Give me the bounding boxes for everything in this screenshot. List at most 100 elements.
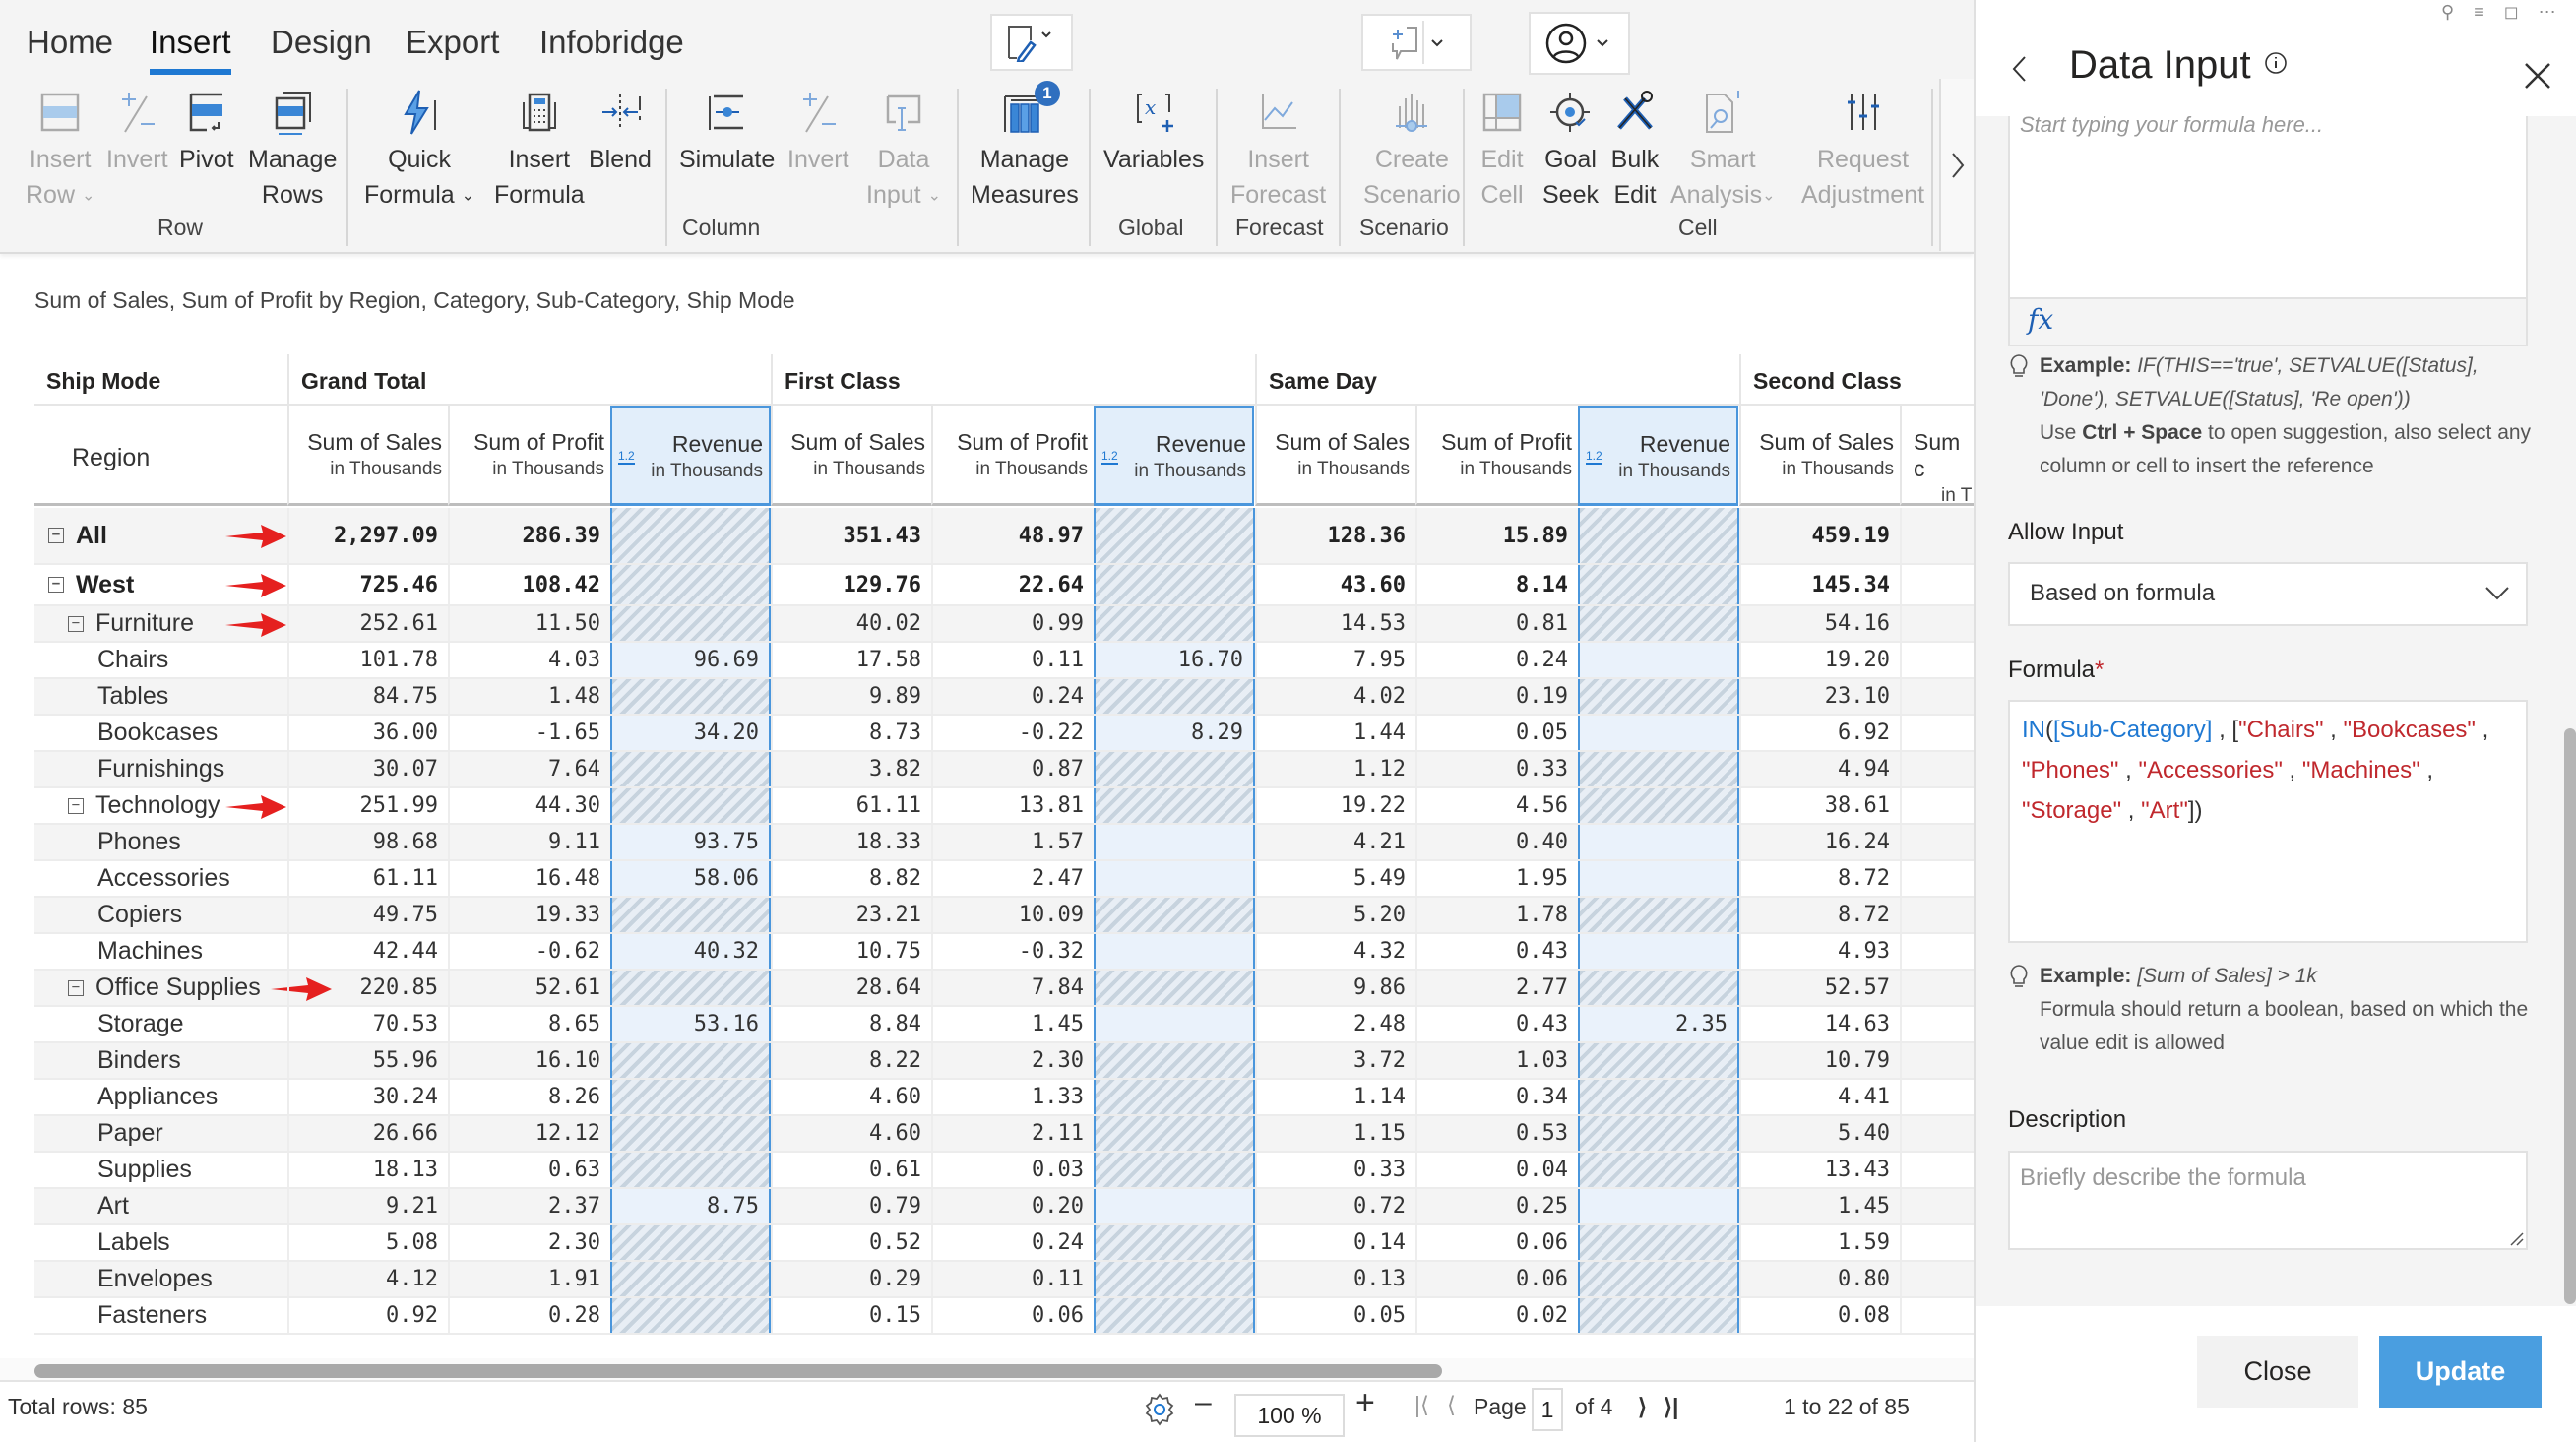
resize-handle-icon[interactable]	[2508, 1230, 2524, 1246]
close-icon[interactable]	[2523, 61, 2552, 91]
table-row[interactable]: Phones 98.68 9.11 93.75 18.33 1.57 4.21 0.40 16.…	[34, 825, 1974, 861]
filter-icon[interactable]: ≡	[2474, 2, 2504, 22]
row-label[interactable]: Labels	[97, 1225, 170, 1260]
table-row[interactable]: − Technology 251.99 44.30 61.11 13.81 19.22 4.5…	[34, 788, 1974, 825]
revenue-cell[interactable]	[1094, 1189, 1255, 1223]
revenue-cell[interactable]	[1578, 934, 1739, 969]
row-label[interactable]: Art	[97, 1189, 129, 1223]
table-row[interactable]: Art 9.21 2.37 8.75 0.79 0.20 0.72 0.25 1.45	[34, 1189, 1974, 1225]
table-row[interactable]: Fasteners 0.92 0.28 0.15 0.06 0.05 0.02 0.08	[34, 1298, 1974, 1335]
settings-button[interactable]	[1142, 1392, 1177, 1432]
allow-input-dropdown[interactable]: Based on formula	[2008, 562, 2528, 626]
measure-header-sum-of-sales[interactable]: Sum of Sales in Thousands	[771, 406, 931, 506]
revenue-cell[interactable]: 8.29	[1094, 716, 1255, 750]
revenue-cell[interactable]: 8.75	[610, 1189, 771, 1223]
measure-header-sum-of-profit[interactable]: Sum of Profit in Thousands	[448, 406, 610, 506]
manage-measures-button[interactable]: 1 Manage Measures	[971, 81, 1079, 213]
measure-header-revenue[interactable]: 1.2 Revenue in Thousands	[610, 406, 771, 506]
row-label[interactable]: Accessories	[97, 861, 230, 896]
edit-cell-button[interactable]: Edit Cell	[1476, 87, 1528, 213]
measure-header-sum-of-sales[interactable]: Sum of Sales in Thousands	[1255, 406, 1415, 506]
revenue-cell[interactable]	[1578, 825, 1739, 859]
revenue-cell[interactable]: 2.35	[1578, 1007, 1739, 1041]
revenue-cell[interactable]: 40.32	[610, 934, 771, 969]
tab-insert[interactable]: Insert	[150, 24, 231, 75]
revenue-cell[interactable]: 16.70	[1094, 643, 1255, 677]
formula-editor[interactable]: Start typing your formula here...	[2008, 112, 2528, 299]
row-label[interactable]: − West	[48, 565, 134, 604]
measure-header-partial[interactable]: Sum c in T	[1900, 406, 1974, 506]
table-row[interactable]: Machines 42.44 -0.62 40.32 10.75 -0.32 4.32 0.4…	[34, 934, 1974, 971]
more-options-icon[interactable]: ⋯	[2539, 2, 2576, 22]
table-row[interactable]: Paper 26.66 12.12 4.60 2.11 1.15 0.53 5.40	[34, 1116, 1974, 1153]
formula-input[interactable]: IN([Sub-Category] , ["Chairs" , "Bookcas…	[2008, 700, 2528, 943]
insert-row-button[interactable]: Insert Row ⌄	[26, 87, 94, 214]
next-page-button[interactable]: ⟩	[1638, 1394, 1647, 1420]
row-label[interactable]: Phones	[97, 825, 181, 859]
table-row[interactable]: Labels 5.08 2.30 0.52 0.24 0.14 0.06 1.59	[34, 1225, 1974, 1262]
row-label[interactable]: Appliances	[97, 1080, 218, 1114]
row-label[interactable]: Envelopes	[97, 1262, 213, 1296]
last-page-button[interactable]: ⟩|	[1664, 1394, 1678, 1420]
table-row[interactable]: Chairs 101.78 4.03 96.69 17.58 0.11 16.70 7.95 0…	[34, 643, 1974, 679]
revenue-cell[interactable]	[1094, 1007, 1255, 1041]
corner-header[interactable]: Ship Mode	[34, 354, 287, 406]
edit-layout-button[interactable]	[990, 14, 1073, 71]
collapse-icon[interactable]: −	[68, 979, 84, 996]
row-label[interactable]: Supplies	[97, 1153, 192, 1187]
revenue-cell[interactable]	[1094, 934, 1255, 969]
blend-button[interactable]: Blend	[589, 87, 652, 177]
table-row[interactable]: Binders 55.96 16.10 8.22 2.30 3.72 1.03 10.79	[34, 1043, 1974, 1080]
collapse-icon[interactable]: −	[68, 797, 84, 814]
collapse-icon[interactable]: −	[68, 615, 84, 632]
collapse-icon[interactable]: −	[48, 528, 64, 543]
pivot-button[interactable]: Pivot	[179, 87, 234, 177]
tab-infobridge[interactable]: Infobridge	[539, 24, 684, 61]
pin-icon[interactable]: ⚲	[2441, 2, 2474, 22]
create-scenario-button[interactable]: Create Scenario	[1363, 87, 1461, 213]
measure-header-sum-of-sales[interactable]: Sum of Sales in Thousands	[1739, 406, 1900, 506]
page-number-input[interactable]: 1	[1532, 1388, 1563, 1431]
description-textarea[interactable]: Briefly describe the formula	[2008, 1151, 2528, 1250]
revenue-cell[interactable]	[1094, 861, 1255, 896]
row-label[interactable]: Storage	[97, 1007, 184, 1041]
focus-mode-icon[interactable]: ◻	[2504, 2, 2539, 22]
insert-forecast-button[interactable]: Insert Forecast	[1230, 87, 1326, 213]
invert-column-button[interactable]: Invert	[787, 87, 849, 177]
tab-export[interactable]: Export	[406, 24, 499, 61]
table-row[interactable]: Bookcases 36.00 -1.65 34.20 8.73 -0.22 8.29 1.4…	[34, 716, 1974, 752]
row-header-region[interactable]: Region	[34, 406, 287, 506]
revenue-cell[interactable]: 93.75	[610, 825, 771, 859]
row-label[interactable]: Paper	[97, 1116, 163, 1151]
column-group-second-class[interactable]: Second Class	[1739, 354, 1974, 406]
table-row[interactable]: Supplies 18.13 0.63 0.61 0.03 0.33 0.04 13.43	[34, 1153, 1974, 1189]
insert-formula-button[interactable]: Insert Formula	[494, 87, 585, 213]
revenue-cell[interactable]: 96.69	[610, 643, 771, 677]
panel-scrollbar-thumb[interactable]	[2564, 728, 2576, 1304]
user-menu-button[interactable]	[1529, 12, 1630, 75]
column-group-grand-total[interactable]: Grand Total	[287, 354, 771, 406]
goal-seek-button[interactable]: Goal Seek	[1542, 87, 1599, 213]
revenue-cell[interactable]	[1578, 643, 1739, 677]
column-group-same-day[interactable]: Same Day	[1255, 354, 1739, 406]
zoom-input[interactable]: 100 %	[1234, 1394, 1345, 1437]
first-page-button[interactable]: |⟨	[1414, 1392, 1429, 1418]
row-label[interactable]: − Office Supplies	[68, 971, 261, 1005]
quick-formula-button[interactable]: Quick Formula ⌄	[364, 87, 474, 214]
ribbon-scroll-right-button[interactable]	[1939, 79, 1974, 251]
row-label[interactable]: Tables	[97, 679, 168, 714]
bulk-edit-button[interactable]: Bulk Edit	[1609, 87, 1661, 213]
table-row[interactable]: − Furniture 252.61 11.50 40.02 0.99 14.53 0.81 5…	[34, 606, 1974, 643]
add-comment-button[interactable]	[1361, 14, 1472, 71]
measure-header-sum-of-sales[interactable]: Sum of Sales in Thousands	[287, 406, 448, 506]
data-input-button[interactable]: Data Input ⌄	[866, 87, 941, 214]
row-label[interactable]: − All	[48, 508, 107, 563]
measure-header-sum-of-profit[interactable]: Sum of Profit in Thousands	[1415, 406, 1578, 506]
fx-icon[interactable]: fx	[2028, 303, 2053, 336]
variables-button[interactable]: x Variables	[1103, 87, 1204, 177]
measure-header-revenue[interactable]: 1.2 Revenue in Thousands	[1094, 406, 1254, 506]
row-label[interactable]: Copiers	[97, 898, 182, 932]
manage-rows-button[interactable]: Manage Rows	[248, 87, 337, 213]
revenue-cell[interactable]: 58.06	[610, 861, 771, 896]
tab-home[interactable]: Home	[27, 24, 113, 61]
